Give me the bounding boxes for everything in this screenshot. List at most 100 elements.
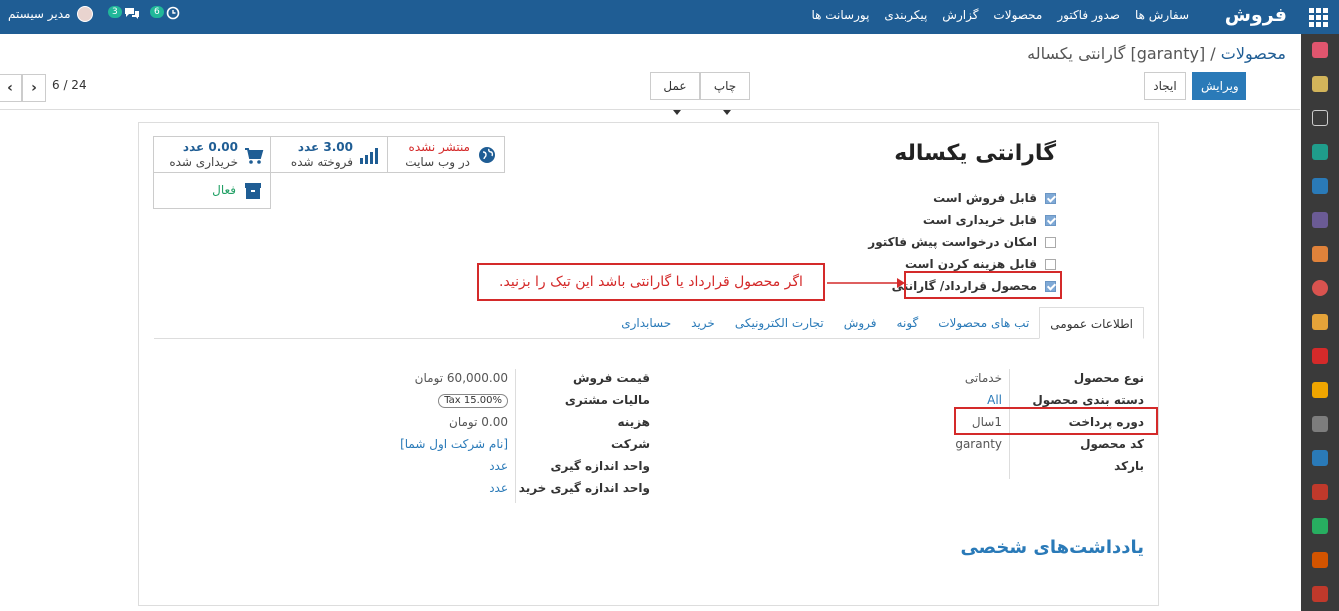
company-label: شرکت bbox=[611, 437, 650, 451]
user-name: مدیر سیستم bbox=[8, 7, 71, 21]
tab-purchase[interactable]: خرید bbox=[681, 307, 725, 339]
inventory-icon[interactable] bbox=[1312, 416, 1328, 432]
can-be-purchased-label: قابل خریداری است bbox=[922, 213, 1037, 227]
can-be-sold-label: قابل فروش است bbox=[933, 191, 1037, 205]
arrow-annotation bbox=[827, 278, 905, 288]
breadcrumb-products-link[interactable]: محصولات bbox=[1221, 44, 1286, 63]
tab-sales[interactable]: فروش bbox=[834, 307, 887, 339]
chat-icon bbox=[124, 8, 139, 19]
clock-icon bbox=[166, 6, 180, 20]
website-published-button[interactable]: منتشر نشده در وب سایت bbox=[387, 136, 505, 173]
folder-icon[interactable] bbox=[1312, 348, 1328, 364]
documents-icon[interactable] bbox=[1312, 314, 1328, 330]
messages-badge: 3 bbox=[108, 6, 122, 18]
product-type-value[interactable]: خدماتی bbox=[965, 371, 1002, 385]
menu-products[interactable]: محصولات bbox=[993, 8, 1042, 22]
sale-price-label: قیمت فروش bbox=[572, 371, 650, 385]
cost-label: هزینه bbox=[617, 415, 650, 429]
purchase-uom-value[interactable]: عدد bbox=[489, 481, 508, 495]
quotation-request-checkbox[interactable] bbox=[1045, 236, 1056, 248]
sold-value: 3.00 عدد bbox=[297, 140, 353, 154]
app-brand[interactable]: فروش bbox=[1225, 4, 1287, 26]
sold-label: فروخته شده bbox=[290, 155, 353, 169]
menu-invoicing[interactable]: صدور فاکتور bbox=[1057, 8, 1120, 22]
dashboard-icon[interactable] bbox=[1312, 246, 1328, 262]
active-toggle-button[interactable]: فعال bbox=[153, 172, 271, 209]
can-be-sold-row[interactable]: قابل فروش است bbox=[756, 187, 1056, 209]
bar-chart-icon bbox=[360, 148, 378, 164]
apps-sidebar bbox=[1301, 34, 1339, 611]
tab-product-tabs[interactable]: تب های محصولات bbox=[928, 307, 1039, 339]
form-sheet: گارانتی یکساله منتشر نشده در وب سایت 3.0… bbox=[138, 122, 1159, 606]
internal-notes-title: یادداشت‌های شخصی bbox=[960, 537, 1144, 558]
quotation-request-row[interactable]: امکان درخواست پیش فاکتور bbox=[756, 231, 1056, 253]
next-record-button[interactable]: › bbox=[22, 74, 46, 102]
can-be-sold-checkbox[interactable] bbox=[1045, 192, 1056, 204]
control-panel: محصولات / [garanty] گارانتی یکساله ویرای… bbox=[0, 34, 1300, 115]
sale-price-value[interactable]: 60,000.00 تومان bbox=[415, 371, 508, 385]
create-button[interactable]: ایجاد bbox=[1144, 72, 1186, 100]
pager-value[interactable]: 6 / 24 bbox=[52, 78, 87, 92]
activities-indicator[interactable]: 6 bbox=[150, 6, 180, 20]
messages-indicator[interactable]: 3 bbox=[108, 6, 140, 20]
print-dropdown[interactable]: چاپ bbox=[700, 72, 750, 115]
tab-ecommerce[interactable]: تجارت الکترونیکی bbox=[725, 307, 834, 339]
menu-configuration[interactable]: پیکربندی bbox=[884, 8, 927, 22]
print-label: چاپ bbox=[713, 79, 737, 93]
reports-icon[interactable] bbox=[1312, 552, 1328, 568]
uom-value[interactable]: عدد bbox=[489, 459, 508, 473]
can-be-expensed-checkbox[interactable] bbox=[1045, 258, 1056, 270]
company-value[interactable]: [نام شرکت اول شما] bbox=[400, 437, 508, 451]
customer-tax-tag[interactable]: Tax 15.00% bbox=[438, 394, 508, 408]
notes-icon[interactable] bbox=[1312, 110, 1328, 126]
cost-value[interactable]: 0.00 تومان bbox=[449, 415, 508, 429]
purchased-value: 0.00 عدد bbox=[182, 140, 238, 154]
website-label: در وب سایت bbox=[405, 155, 470, 169]
crm-icon[interactable] bbox=[1312, 178, 1328, 194]
barcode-label: بارکد bbox=[1114, 459, 1144, 473]
settings-icon[interactable] bbox=[1312, 518, 1328, 534]
product-category-value[interactable]: All bbox=[987, 393, 1002, 407]
active-label: فعال bbox=[212, 183, 236, 197]
purchased-stat-button[interactable]: 0.00 عدد خریداری شده bbox=[153, 136, 271, 173]
calendar-icon[interactable] bbox=[1312, 76, 1328, 92]
can-be-expensed-label: قابل هزینه کردن است bbox=[904, 257, 1037, 271]
product-title[interactable]: گارانتی یکساله bbox=[894, 141, 1056, 166]
quotation-request-label: امکان درخواست پیش فاکتور bbox=[868, 235, 1037, 249]
can-be-purchased-row[interactable]: قابل خریداری است bbox=[756, 209, 1056, 231]
can-be-purchased-checkbox[interactable] bbox=[1045, 214, 1056, 226]
sales-icon[interactable] bbox=[1312, 212, 1328, 228]
edit-button[interactable]: ویرایش bbox=[1192, 72, 1246, 100]
discuss-icon[interactable] bbox=[1312, 42, 1328, 58]
menu-commissions[interactable]: پورسانت ها bbox=[811, 8, 869, 22]
shopping-cart-icon bbox=[245, 148, 264, 164]
purchased-label: خریداری شده bbox=[169, 155, 238, 169]
menu-reports[interactable]: گزارش bbox=[942, 8, 978, 22]
purchase-icon[interactable] bbox=[1312, 484, 1328, 500]
annotation-callout: اگر محصول قرارداد یا گارانتی باشد این تی… bbox=[477, 263, 825, 301]
tab-accounting[interactable]: حسابداری bbox=[611, 307, 681, 339]
user-menu[interactable]: مدیر سیستم bbox=[8, 6, 93, 22]
chevron-down-icon bbox=[723, 110, 731, 115]
product-type-label: نوع محصول bbox=[1073, 371, 1144, 385]
invoicing-icon[interactable] bbox=[1312, 450, 1328, 466]
website-icon[interactable] bbox=[1312, 280, 1328, 296]
tab-general-info[interactable]: اطلاعات عمومی bbox=[1039, 307, 1144, 339]
contacts-icon[interactable] bbox=[1312, 144, 1328, 160]
product-code-value[interactable]: garanty bbox=[955, 437, 1002, 451]
action-dropdown[interactable]: عمل bbox=[650, 72, 700, 115]
previous-record-button[interactable]: ‹ bbox=[0, 74, 22, 102]
tab-variants[interactable]: گونه bbox=[887, 307, 929, 339]
product-category-label: دسته بندی محصول bbox=[1032, 393, 1144, 407]
support-icon[interactable] bbox=[1312, 382, 1328, 398]
main-menu: سفارش ها صدور فاکتور محصولات گزارش پیکرب… bbox=[811, 8, 1189, 22]
payment-period-highlight-box bbox=[954, 407, 1158, 435]
top-navbar: فروش سفارش ها صدور فاکتور محصولات گزارش … bbox=[0, 0, 1339, 34]
product-code-label: کد محصول bbox=[1080, 437, 1144, 451]
apps-menu-icon[interactable] bbox=[1307, 6, 1329, 28]
contract-highlight-box bbox=[904, 271, 1062, 299]
menu-orders[interactable]: سفارش ها bbox=[1135, 8, 1189, 22]
employees-icon[interactable] bbox=[1312, 586, 1328, 602]
archive-icon bbox=[245, 183, 261, 199]
sold-stat-button[interactable]: 3.00 عدد فروخته شده bbox=[270, 136, 388, 173]
